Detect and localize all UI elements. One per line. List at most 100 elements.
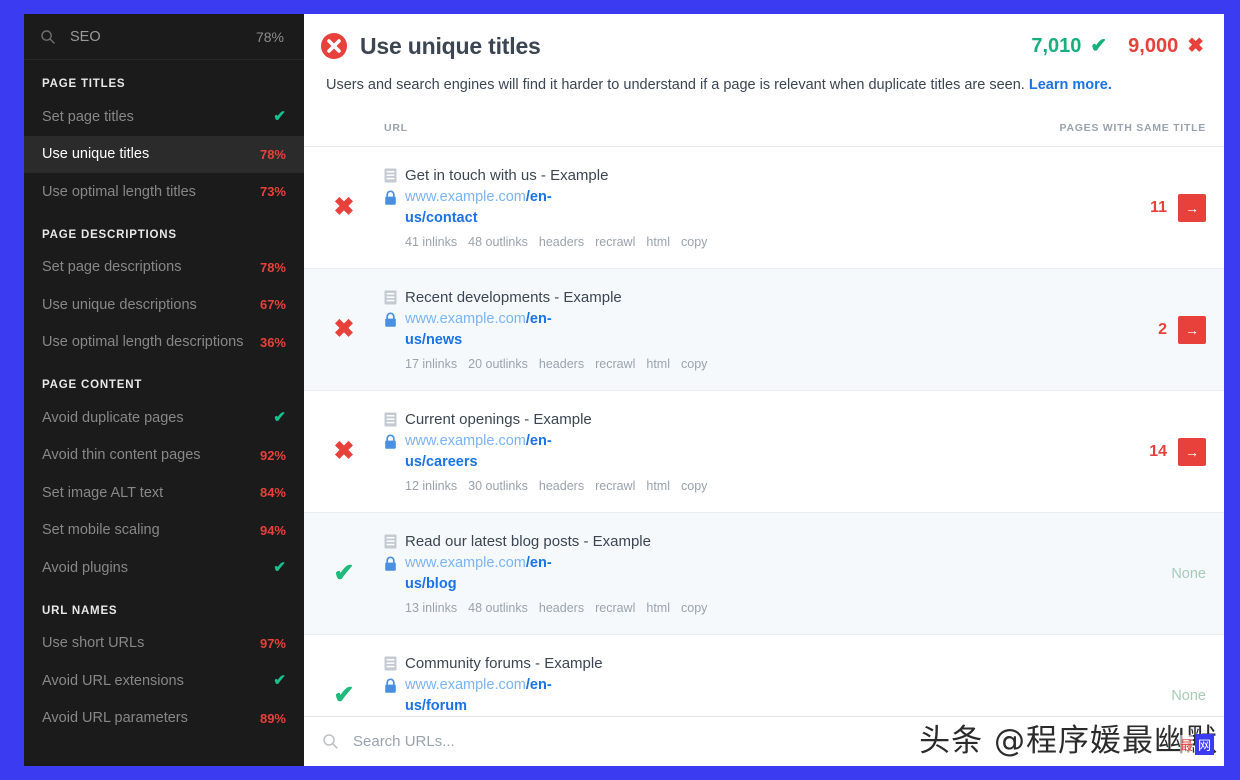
row-meta-item[interactable]: 20 outlinks [468, 357, 528, 371]
counts-summary: 7,010 ✔ 9,000 ✖ [1031, 35, 1204, 58]
row-url[interactable]: www.example.com/en-us/blog [384, 553, 1056, 595]
sidebar-item-label: Avoid thin content pages [42, 447, 201, 464]
row-meta-item[interactable]: html [646, 235, 670, 249]
search-input[interactable] [353, 733, 1206, 750]
table-row[interactable]: ✔ Community forums - Example www.example.c… [304, 635, 1224, 716]
row-go-button[interactable]: → [1178, 193, 1206, 222]
row-title: Community forums - Example [384, 655, 1056, 672]
sidebar-search-label: SEO [70, 28, 101, 45]
row-title-text: Read our latest blog posts - Example [405, 532, 651, 550]
sidebar-item-score: 78% [259, 146, 286, 162]
sidebar-group-title: PAGE TITLES [42, 78, 126, 90]
row-meta-item[interactable]: 30 outlinks [468, 479, 528, 493]
row-meta-item[interactable]: copy [681, 601, 707, 615]
row-same-title-count: 2 [1158, 320, 1167, 338]
sidebar-item-avoid-url-parameters[interactable]: Avoid URL parameters 89% [24, 700, 304, 738]
row-meta-item[interactable]: 41 inlinks [405, 235, 457, 249]
learn-more-link[interactable]: Learn more. [1029, 77, 1112, 93]
row-meta-item[interactable]: 13 inlinks [405, 601, 457, 615]
search-icon [322, 733, 339, 750]
row-count-cell: None [1056, 688, 1206, 704]
row-meta-item[interactable]: headers [539, 479, 584, 493]
row-url[interactable]: www.example.com/en-us/careers [384, 431, 1056, 473]
url-search-bar[interactable] [304, 716, 1224, 766]
row-meta-item[interactable]: copy [681, 357, 707, 371]
row-meta-item[interactable]: copy [681, 479, 707, 493]
row-status: ✖ [304, 439, 384, 464]
table-row[interactable]: ✖ Get in touch with us - Example www.examp… [304, 147, 1224, 269]
document-icon [384, 290, 397, 305]
panel-header-row: Use unique titles 7,010 ✔ 9,000 ✖ [320, 32, 1204, 60]
sidebar-item-avoid-url-extensions[interactable]: Avoid URL extensions ✔ [24, 662, 304, 700]
table-column-headers: URL PAGES WITH SAME TITLE [304, 109, 1224, 147]
row-meta-item[interactable]: headers [539, 235, 584, 249]
sidebar-item-label: Set page descriptions [42, 259, 182, 276]
row-url[interactable]: www.example.com/en-us/news [384, 309, 1056, 351]
sidebar-item-avoid-plugins[interactable]: Avoid plugins ✔ [24, 549, 304, 587]
row-meta-item[interactable]: 48 outlinks [468, 601, 528, 615]
sidebar-item-label: Use unique descriptions [42, 296, 197, 313]
sidebar-item-use-unique-titles[interactable]: Use unique titles 78% [24, 135, 304, 173]
document-icon [384, 168, 397, 183]
sidebar-item-set-mobile-scaling[interactable]: Set mobile scaling 94% [24, 512, 304, 550]
sidebar-item-use-optimal-length-titles[interactable]: Use optimal length titles 73% [24, 173, 304, 211]
sidebar-item-score: 94% [259, 522, 286, 538]
row-meta-item[interactable]: 17 inlinks [405, 357, 457, 371]
sidebar-group-title: PAGE CONTENT [42, 379, 143, 391]
row-meta-item[interactable]: recrawl [595, 357, 635, 371]
row-meta-item[interactable]: 48 outlinks [468, 235, 528, 249]
row-title: Current openings - Example [384, 411, 1056, 428]
row-meta-item[interactable]: recrawl [595, 479, 635, 493]
row-go-button[interactable]: → [1178, 315, 1206, 344]
sidebar-item-avoid-thin-content-pages[interactable]: Avoid thin content pages 92% [24, 437, 304, 475]
row-meta-item[interactable]: html [646, 479, 670, 493]
row-meta-item[interactable]: html [646, 357, 670, 371]
row-url[interactable]: www.example.com/en-us/contact [384, 187, 1056, 229]
sidebar-item-label: Set image ALT text [42, 484, 164, 501]
row-url-domain: www.example.com [405, 432, 526, 449]
document-icon [384, 412, 397, 427]
row-meta-item[interactable]: headers [539, 601, 584, 615]
row-url-page: careers [425, 453, 478, 470]
row-meta-item[interactable]: recrawl [595, 235, 635, 249]
sidebar-group-title: URL NAMES [42, 604, 118, 617]
row-meta-item[interactable]: headers [539, 357, 584, 371]
table-row[interactable]: ✖ Current openings - Example www.example.c… [304, 391, 1224, 513]
row-title-text: Community forums - Example [405, 654, 603, 672]
row-pass-icon: ✔ [333, 559, 355, 587]
sidebar-item-score: 92% [259, 447, 286, 463]
row-meta-item[interactable]: copy [681, 235, 707, 249]
row-content: Read our latest blog posts - Example www.… [384, 533, 1056, 615]
sidebar-item-set-page-descriptions[interactable]: Set page descriptions 78% [24, 249, 304, 287]
sidebar-item-use-short-urls[interactable]: Use short URLs 97% [24, 625, 304, 663]
fail-count: 9,000 [1128, 34, 1179, 57]
sidebar-item-score: 97% [259, 635, 286, 651]
sidebar-item-label: Set page titles [42, 108, 134, 125]
arrow-right-icon: → [1185, 321, 1199, 338]
row-url-domain: www.example.com [405, 554, 526, 571]
sidebar-item-avoid-duplicate-pages[interactable]: Avoid duplicate pages ✔ [24, 399, 304, 437]
sidebar-item-use-optimal-length-descriptions[interactable]: Use optimal length descriptions 36% [24, 324, 304, 362]
table-row[interactable]: ✔ Read our latest blog posts - Example www… [304, 513, 1224, 635]
sidebar-item-score: 67% [259, 297, 286, 313]
sidebar-item-set-image-alt-text[interactable]: Set image ALT text 84% [24, 474, 304, 512]
row-fail-icon: ✖ [333, 437, 355, 465]
sidebar-item-set-page-titles[interactable]: Set page titles ✔ [24, 98, 304, 136]
row-url-page: forum [425, 697, 468, 714]
sidebar-group-title: PAGE DESCRIPTIONS [42, 228, 177, 241]
sidebar-search[interactable]: SEO 78% [24, 14, 304, 60]
row-url[interactable]: www.example.com/en-us/forum [384, 675, 1056, 717]
row-go-button[interactable]: → [1178, 437, 1206, 466]
table-row[interactable]: ✖ Recent developments - Example www.exampl… [304, 269, 1224, 391]
row-meta-item[interactable]: html [646, 601, 670, 615]
lock-icon [384, 312, 397, 328]
row-url-domain: www.example.com [405, 188, 526, 205]
row-url-page: news [425, 331, 463, 348]
arrow-right-icon: → [1185, 199, 1199, 216]
sidebar-item-score: 89% [259, 710, 286, 726]
row-meta-item[interactable]: recrawl [595, 601, 635, 615]
row-meta-item[interactable]: 12 inlinks [405, 479, 457, 493]
sidebar-item-use-unique-descriptions[interactable]: Use unique descriptions 67% [24, 286, 304, 324]
search-icon [40, 29, 56, 45]
sidebar-item-label: Avoid URL extensions [42, 672, 184, 689]
